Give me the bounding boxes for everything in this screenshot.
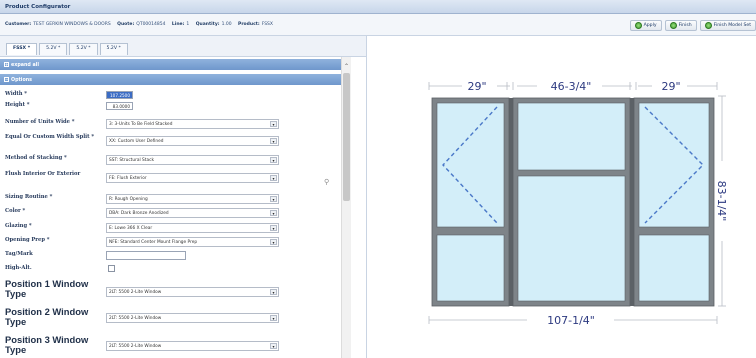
position-3-select[interactable]: 2LT: 5500 2-Lite Window ▾ xyxy=(106,341,279,351)
dropdown-arrow-icon: ▾ xyxy=(270,196,277,202)
tag-mark-label: Tag/Mark xyxy=(5,251,33,257)
high-alt-checkbox[interactable] xyxy=(108,265,115,272)
line-value: 1 xyxy=(186,22,190,27)
position-2-label: Position 2 Window Type xyxy=(5,306,89,327)
opening-prep-label: Opening Prep * xyxy=(5,237,50,243)
quote-value: QT00014854 xyxy=(136,22,166,27)
left-window-unit xyxy=(431,97,510,307)
sizing-select[interactable]: R: Rough Opening ▾ xyxy=(106,194,279,204)
width-split-select[interactable]: XX: Custom User Defined ▾ xyxy=(106,136,279,146)
center-window-unit xyxy=(512,97,631,307)
action-buttons: Apply Finish Finish Model Set xyxy=(629,20,756,32)
height-input[interactable]: 83.0000 xyxy=(106,102,133,110)
stacking-select[interactable]: SST: Structural Stack ▾ xyxy=(106,155,279,165)
apply-button[interactable]: Apply xyxy=(629,20,662,31)
finish-model-set-button[interactable]: Finish Model Set xyxy=(699,20,756,31)
tab-fssx[interactable]: FSSX * xyxy=(6,43,38,55)
window-title: Product Configurator xyxy=(0,0,756,14)
expand-all-bar[interactable]: + expand all xyxy=(0,59,341,70)
customer-value: TEST GERKIN WINDOWS & DOORS xyxy=(33,22,111,27)
check-icon xyxy=(634,22,642,29)
options-bar[interactable]: − Options xyxy=(0,74,341,85)
dropdown-arrow-icon: ▾ xyxy=(270,175,277,181)
color-select[interactable]: DBA: Dark Bronze Anodized ▾ xyxy=(106,208,279,218)
mullion-right xyxy=(630,98,634,306)
color-label: Color * xyxy=(5,208,26,214)
dim-left-label: 29" xyxy=(467,80,486,93)
sizing-label: Sizing Routine * xyxy=(5,194,53,200)
elevation-svg: 29" 46-3/4" 29" 83-1/4" 107-1/4" xyxy=(428,80,728,327)
product-value: FSSX xyxy=(261,22,273,27)
tab-5-2v-2[interactable]: 5.2V * xyxy=(69,43,98,55)
mullion-left xyxy=(509,98,513,306)
opening-prep-select[interactable]: NFE: Standard Center Mount Flange Prep ▾ xyxy=(106,237,279,247)
tab-5-2v-1[interactable]: 5.2V * xyxy=(39,43,68,55)
scrollbar-thumb[interactable] xyxy=(343,73,350,201)
product-tabs: FSSX * 5.2V * 5.2V * 5.2V * xyxy=(0,36,366,57)
quantity-label: Quantity: xyxy=(195,22,220,27)
right-window-unit xyxy=(633,97,715,307)
units-wide-label: Number of Units Wide * xyxy=(5,119,75,125)
position-1-select[interactable]: 2LT: 5500 2-Lite Window ▾ xyxy=(106,287,279,297)
dim-center-label: 46-3/4" xyxy=(551,80,592,93)
dropdown-arrow-icon: ▾ xyxy=(270,157,277,163)
dropdown-arrow-icon: ▾ xyxy=(270,138,277,144)
dim-height-label: 83-1/4" xyxy=(715,181,728,222)
high-alt-label: High-Alt. xyxy=(5,265,32,271)
product-label: Product: xyxy=(238,22,260,27)
plus-icon: + xyxy=(4,62,9,67)
dropdown-arrow-icon: ▾ xyxy=(270,121,277,127)
options-scrollbar[interactable]: ⌃ xyxy=(341,57,351,358)
position-2-select[interactable]: 2LT: 5500 2-Lite Window ▾ xyxy=(106,313,279,323)
line-label: Line: xyxy=(171,22,185,27)
dropdown-arrow-icon: ▾ xyxy=(270,239,277,245)
flush-select[interactable]: FE: Flush Exterior ▾ xyxy=(106,173,279,183)
dim-right-label: 29" xyxy=(661,80,680,93)
options-panel: + expand all − Options Width * 107.2500 He… xyxy=(0,57,366,358)
finish-button[interactable]: Finish xyxy=(664,20,697,31)
glazing-label: Glazing * xyxy=(5,223,32,229)
stacking-label: Method of Stacking * xyxy=(5,155,67,161)
dropdown-arrow-icon: ▾ xyxy=(270,225,277,231)
quantity-value: 1.00 xyxy=(221,22,232,27)
dropdown-arrow-icon: ▾ xyxy=(270,343,277,349)
glazing-select[interactable]: E: Lowe 366 X Clear ▾ xyxy=(106,223,279,233)
quote-label: Quote: xyxy=(117,22,135,27)
dropdown-arrow-icon: ▾ xyxy=(270,315,277,321)
dropdown-arrow-icon: ▾ xyxy=(270,289,277,295)
check-icon xyxy=(669,22,677,29)
dropdown-arrow-icon: ▾ xyxy=(270,210,277,216)
units-wide-select[interactable]: 3: 3-Units To Be Field Stacked ▾ xyxy=(106,119,279,129)
magnify-icon[interactable]: ⚲ xyxy=(324,178,329,186)
customer-label: Customer: xyxy=(5,22,32,27)
position-1-label: Position 1 Window Type xyxy=(5,278,89,299)
flush-label: Flush Interior Or Exterior xyxy=(5,171,81,177)
width-label: Width * xyxy=(5,91,28,97)
window-elevation-drawing: 29" 46-3/4" 29" 83-1/4" 107-1/4" xyxy=(367,36,756,358)
minus-icon: − xyxy=(4,77,9,82)
width-input[interactable]: 107.2500 xyxy=(106,91,133,99)
height-label: Height * xyxy=(5,102,30,108)
scroll-up-arrow-icon[interactable]: ⌃ xyxy=(344,63,349,70)
tag-mark-input[interactable] xyxy=(106,251,186,260)
check-icon xyxy=(704,22,712,29)
dim-width-label: 107-1/4" xyxy=(547,314,595,327)
order-info-bar: Customer: TEST GERKIN WINDOWS & DOORS Quo… xyxy=(0,14,756,36)
tab-5-2v-3[interactable]: 5.2V * xyxy=(99,43,128,55)
position-3-label: Position 3 Window Type xyxy=(5,334,89,355)
width-split-label: Equal Or Custom Width Split * xyxy=(5,134,95,140)
